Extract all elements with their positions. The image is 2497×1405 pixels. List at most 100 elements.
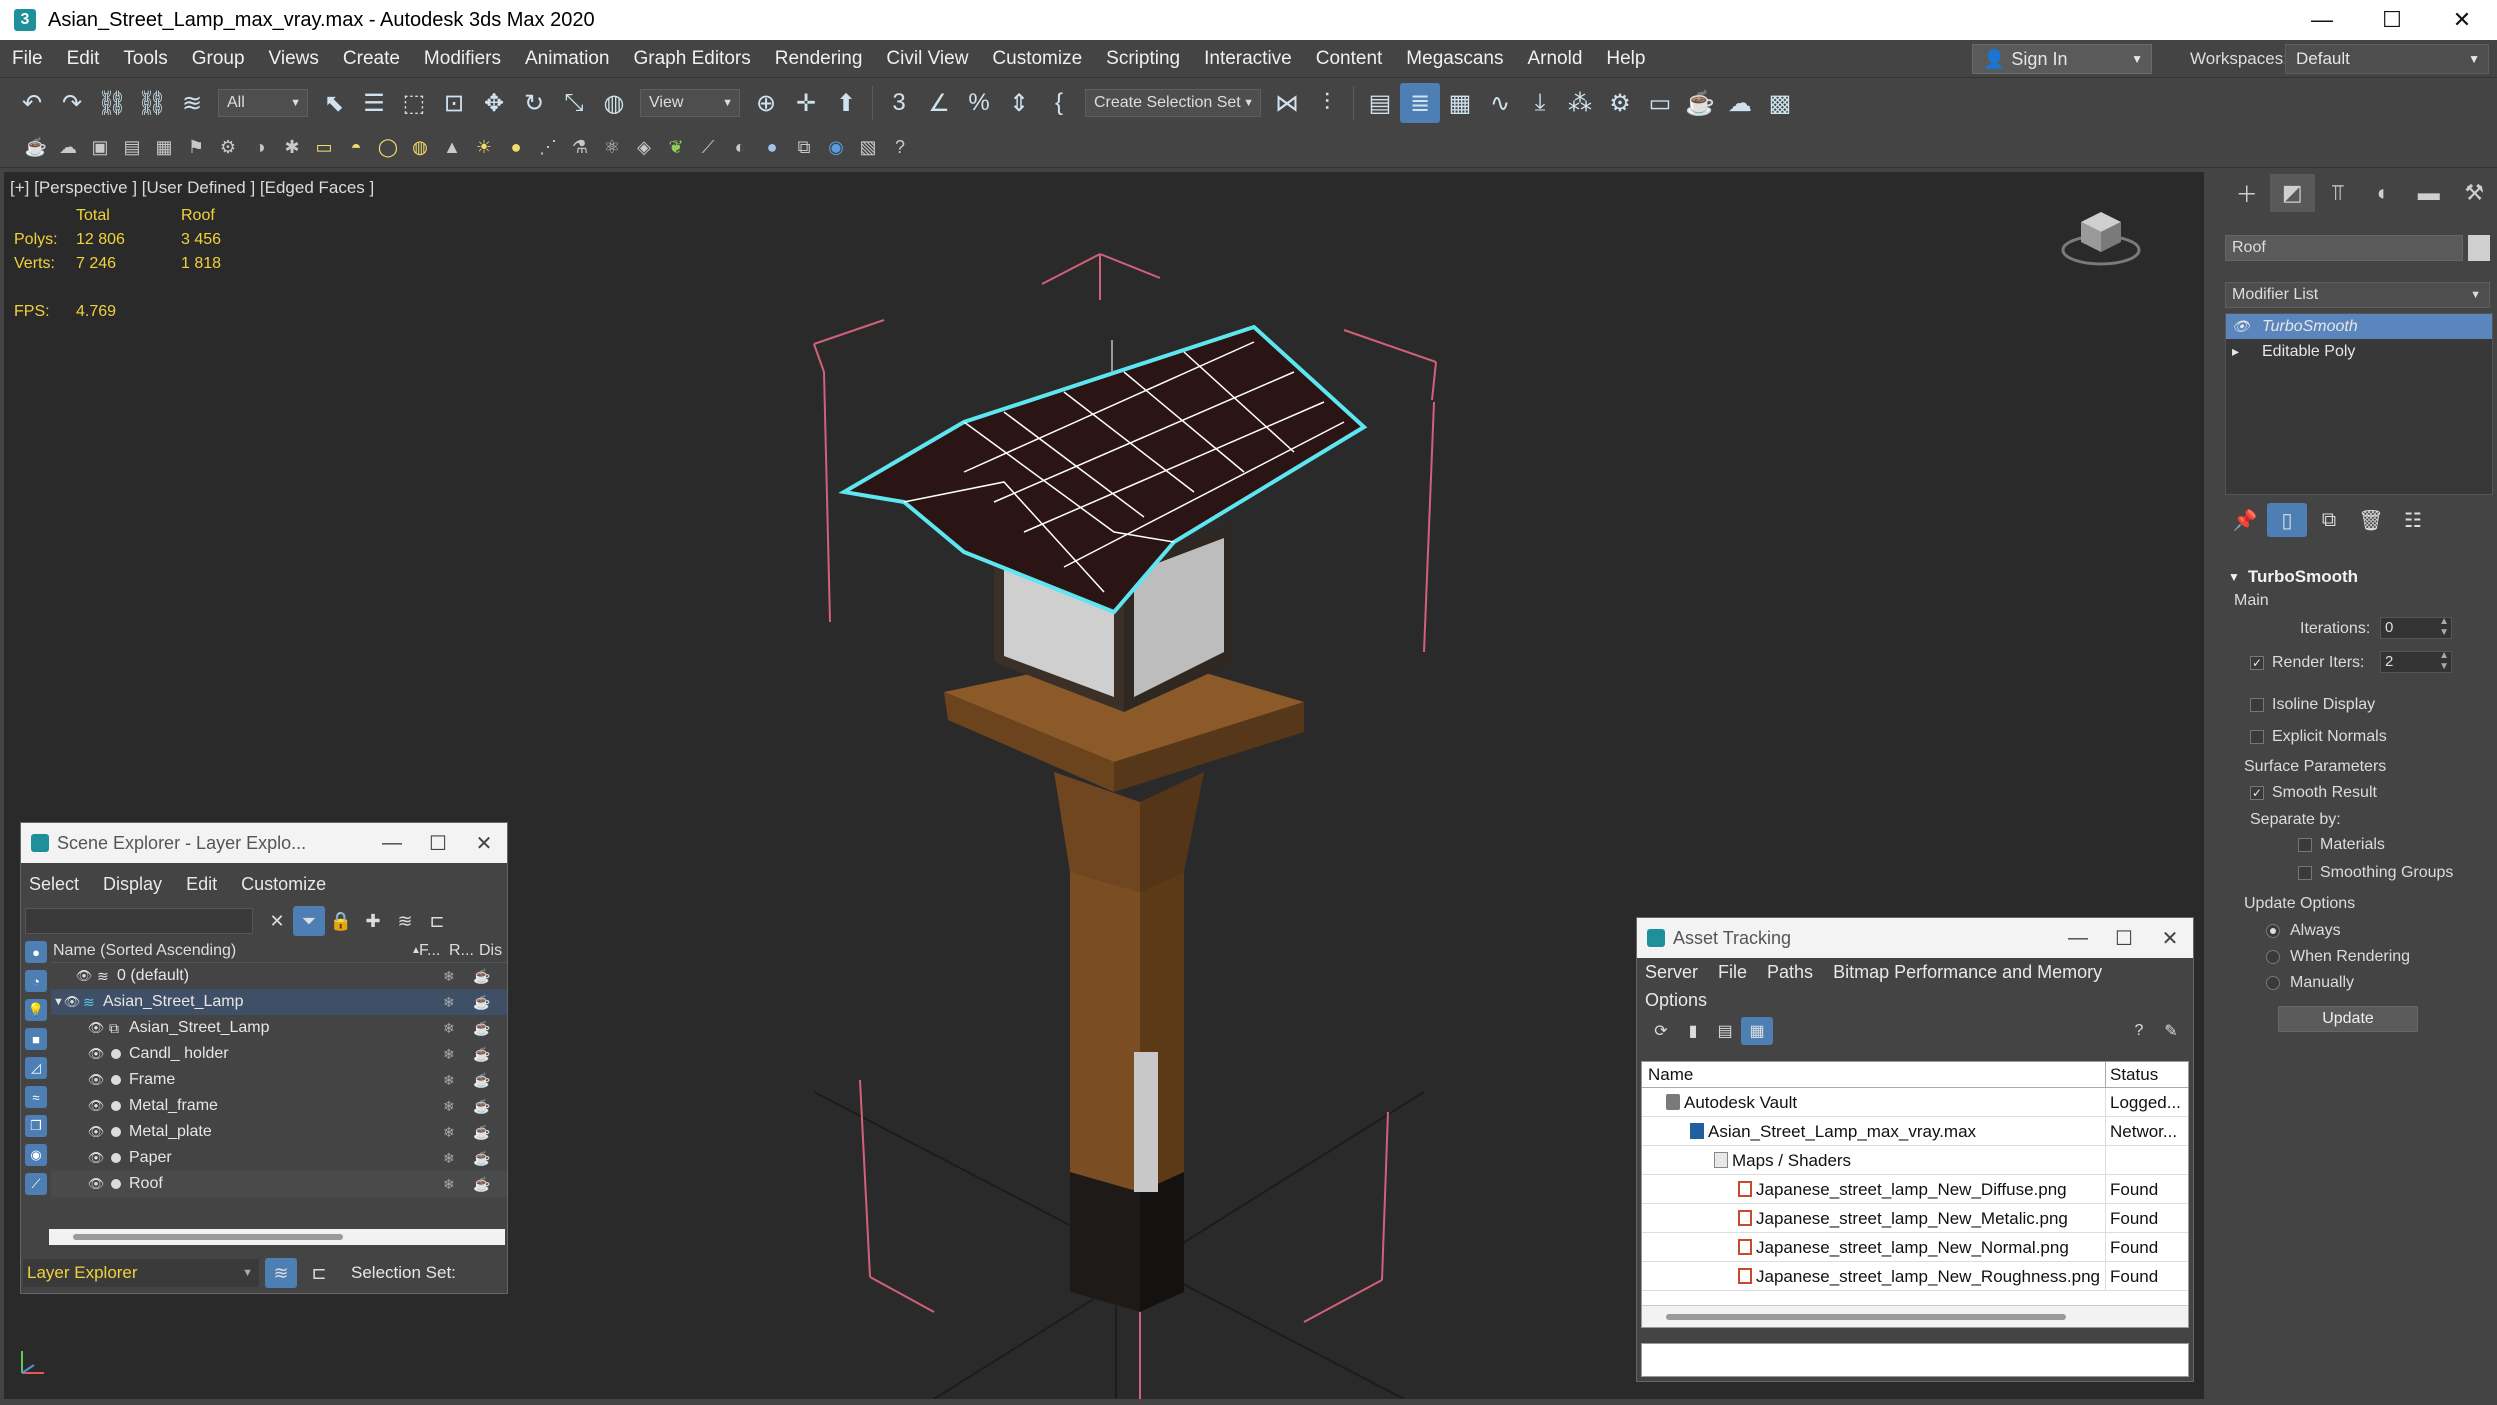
menu-tools[interactable]: Tools	[111, 48, 179, 70]
help-icon[interactable]: ?	[2123, 1017, 2155, 1045]
clear-search-icon[interactable]: ✕	[261, 906, 293, 936]
render-teapot-icon[interactable]: ☕	[473, 1020, 490, 1037]
snaps-toggle-icon[interactable]: 3	[879, 83, 919, 123]
table-row[interactable]: Japanese_street_lamp_New_Roughness.png F…	[1642, 1262, 2188, 1291]
vray-sphere-light-icon[interactable]: ◯	[372, 132, 404, 164]
redo-icon[interactable]: ↷	[52, 83, 92, 123]
menu-arnold[interactable]: Arnold	[1515, 48, 1594, 70]
menu-modifiers[interactable]: Modifiers	[412, 48, 513, 70]
object-color-swatch[interactable]	[2468, 235, 2490, 261]
always-radio[interactable]	[2266, 924, 2280, 938]
vray-fur-icon[interactable]: ⋰	[532, 132, 564, 164]
eye-icon[interactable]: 👁	[87, 1150, 105, 1166]
hierarchy-toggle-icon[interactable]: ⊏	[303, 1258, 335, 1288]
rendered-frame-window-icon[interactable]: ▭	[1640, 83, 1680, 123]
vray-plane-light-icon[interactable]: ▭	[308, 132, 340, 164]
xrefs-filter-icon[interactable]: ◉	[25, 1144, 47, 1166]
keyboard-shortcut-override-icon[interactable]: ⬆	[826, 83, 866, 123]
eye-icon[interactable]: 👁	[87, 1124, 105, 1140]
link-icon[interactable]: ⛓	[92, 83, 132, 123]
vray-export-icon[interactable]: ▧	[852, 132, 884, 164]
stack-item-editable-poly[interactable]: ▸ Editable Poly	[2226, 339, 2492, 364]
render-production-icon[interactable]: ☕	[1680, 83, 1720, 123]
materials-checkbox[interactable]	[2298, 838, 2312, 852]
column-display[interactable]: Dis	[479, 942, 507, 960]
vray-lock-icon[interactable]: ◑	[244, 132, 276, 164]
pin-stack-icon[interactable]: 📌	[2225, 503, 2265, 537]
mirror-icon[interactable]: ⋈	[1267, 83, 1307, 123]
at-menu-server[interactable]: Server	[1645, 962, 1698, 983]
close-icon[interactable]: ✕	[2147, 926, 2193, 951]
maximize-icon[interactable]: ☐	[2357, 0, 2427, 40]
minimize-icon[interactable]: —	[2055, 927, 2101, 950]
scene-explorer-titlebar[interactable]: Scene Explorer - Layer Explo... — ☐ ✕	[21, 823, 507, 863]
eye-icon[interactable]: 👁	[87, 1176, 105, 1192]
hierarchy-tab-icon[interactable]: ⫪	[2315, 174, 2361, 212]
unlink-icon[interactable]: ⛓	[132, 83, 172, 123]
viewcube[interactable]	[2056, 200, 2146, 270]
modifier-list-dropdown[interactable]: Modifier List ▼	[2225, 282, 2490, 308]
asset-path-field[interactable]	[1641, 1343, 2189, 1377]
explorer-type-dropdown[interactable]: Layer Explorer ▼	[23, 1259, 259, 1287]
add-layer-icon[interactable]: ✚	[357, 906, 389, 936]
eye-icon[interactable]: 👁	[2232, 318, 2262, 335]
configure-modifier-sets-icon[interactable]: ☷	[2393, 503, 2433, 537]
close-icon[interactable]: ✕	[461, 831, 507, 856]
column-name[interactable]: Name (Sorted Ascending)	[51, 942, 411, 960]
groups-filter-icon[interactable]: ❒	[25, 1115, 47, 1137]
table-row[interactable]: Japanese_street_lamp_New_Normal.png Foun…	[1642, 1233, 2188, 1262]
render-teapot-icon[interactable]: ☕	[473, 1176, 490, 1193]
menu-customize[interactable]: Customize	[980, 48, 1094, 70]
render-teapot-icon[interactable]: ☕	[473, 968, 490, 985]
vray-debug-icon[interactable]: ✱	[276, 132, 308, 164]
table-view-icon[interactable]: ▦	[1741, 1017, 1773, 1045]
freeze-icon[interactable]: ❄	[443, 994, 455, 1011]
table-row[interactable]: 👁 Candl_ holder ❄ ☕	[51, 1041, 507, 1067]
when-rendering-radio[interactable]	[2266, 950, 2280, 964]
table-row[interactable]: Asian_Street_Lamp_max_vray.max Networ...	[1642, 1117, 2188, 1146]
table-row[interactable]: 👁 Frame ❄ ☕	[51, 1067, 507, 1093]
render-setup-icon[interactable]: ⚙	[1600, 83, 1640, 123]
align-icon[interactable]: ⫶	[1307, 83, 1347, 123]
show-end-result-icon[interactable]: ▯	[2267, 503, 2307, 537]
undo-icon[interactable]: ↶	[12, 83, 52, 123]
table-row[interactable]: Japanese_street_lamp_New_Metalic.png Fou…	[1642, 1204, 2188, 1233]
close-icon[interactable]: ✕	[2427, 0, 2497, 40]
vray-scene-converter-icon[interactable]: ⧉	[788, 132, 820, 164]
schematic-view-icon[interactable]: ⤓	[1520, 83, 1560, 123]
filter-icon[interactable]: ⏷	[293, 906, 325, 936]
reference-coordinate-dropdown[interactable]: View ▼	[640, 89, 740, 117]
select-manipulate-icon[interactable]: ✛	[786, 83, 826, 123]
remove-modifier-icon[interactable]: 🗑	[2351, 503, 2391, 537]
spinner-arrows-icon[interactable]: ▲ ▼	[2439, 616, 2449, 638]
render-teapot-icon[interactable]: ☕	[473, 1150, 490, 1167]
vray-ies-light-icon[interactable]: ▲	[436, 132, 468, 164]
menu-file[interactable]: File	[0, 48, 55, 70]
rollout-header[interactable]: ▼ TurboSmooth	[2220, 564, 2497, 590]
menu-civil-view[interactable]: Civil View	[874, 48, 980, 70]
modify-tab-icon[interactable]: ◩	[2269, 174, 2315, 212]
explicit-normals-checkbox[interactable]	[2250, 730, 2264, 744]
maximize-icon[interactable]: ☐	[2101, 926, 2147, 951]
vray-light-lister-icon[interactable]: ⚑	[180, 132, 212, 164]
render-teapot-icon[interactable]: ☕	[473, 994, 490, 1011]
menu-megascans[interactable]: Megascans	[1394, 48, 1515, 70]
at-menu-file[interactable]: File	[1718, 962, 1747, 983]
at-menu-paths[interactable]: Paths	[1767, 962, 1813, 983]
select-object-icon[interactable]: ⬉	[314, 83, 354, 123]
refresh-icon[interactable]: ⟳	[1645, 1017, 1677, 1045]
table-row[interactable]: ▼ 👁 ≋ Asian_Street_Lamp ❄ ☕	[51, 989, 507, 1015]
smooth-result-checkbox[interactable]: ✓	[2250, 786, 2264, 800]
vray-sphere-icon[interactable]: ●	[756, 132, 788, 164]
menu-scripting[interactable]: Scripting	[1094, 48, 1192, 70]
column-status[interactable]: Status	[2106, 1062, 2188, 1087]
eye-icon[interactable]: 👁	[87, 1046, 105, 1062]
maximize-icon[interactable]: ☐	[415, 831, 461, 856]
rotate-icon[interactable]: ↻	[514, 83, 554, 123]
layers-icon[interactable]: ≋	[389, 906, 421, 936]
vray-mesh-light-icon[interactable]: ◍	[404, 132, 436, 164]
sign-in-button[interactable]: 👤 Sign In ▼	[1972, 44, 2152, 74]
eye-icon[interactable]: 👁	[75, 968, 93, 984]
toggle-ribbon-icon[interactable]: ▦	[1440, 83, 1480, 123]
freeze-icon[interactable]: ❄	[443, 1098, 455, 1115]
